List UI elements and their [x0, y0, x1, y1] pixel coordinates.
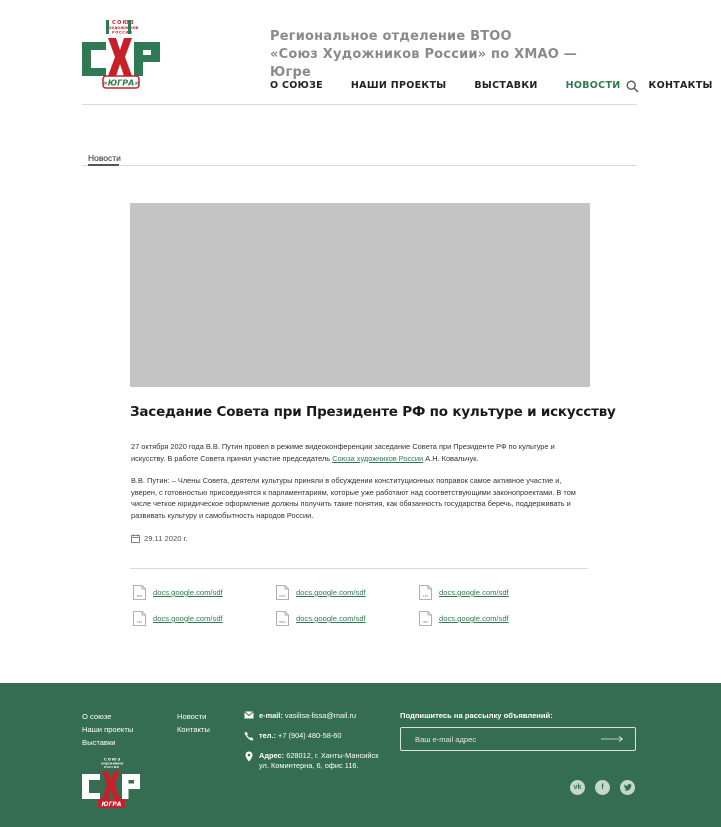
- footer-logo[interactable]: СОЮЗ ХУДОЖНИКОВ РОССИИ ЮГРА: [82, 756, 140, 809]
- phone-label: тел.:: [259, 731, 276, 740]
- search-icon[interactable]: [626, 80, 639, 93]
- nav-item-projects[interactable]: НАШИ ПРОЕКТЫ: [351, 80, 446, 91]
- footer-link-exhibitions[interactable]: Выставки: [82, 736, 133, 749]
- document-item[interactable]: ZIP docs.google.com/sdf: [419, 611, 509, 626]
- nav-item-news[interactable]: НОВОСТИ: [566, 80, 621, 91]
- footer-email: e-mail: vasilisa-lissa@mail.ru: [244, 711, 356, 721]
- svg-text:TXT: TXT: [422, 594, 429, 598]
- nav-item-exhibitions[interactable]: ВЫСТАВКИ: [474, 80, 537, 91]
- union-link[interactable]: Союза художников России: [332, 454, 423, 463]
- article-p1-tail: А.Н. Ковальчук.: [423, 453, 479, 463]
- vk-icon[interactable]: vk: [570, 780, 585, 795]
- document-item[interactable]: TXT docs.google.com/sdf: [419, 585, 509, 600]
- article-body: 27 октября 2020 года В.В. Путин провел в…: [131, 441, 586, 532]
- document-link[interactable]: docs.google.com/sdf: [153, 614, 223, 623]
- location-pin-icon: [245, 751, 253, 762]
- site-logo[interactable]: СОЮЗ ХУДОЖНИКОВ РОССИИ «ЮГРА»: [82, 18, 160, 90]
- footer-phone: тел.: +7 (904) 480-58-60: [244, 731, 342, 741]
- svg-text:ЮГРА: ЮГРА: [102, 801, 122, 808]
- phone-value[interactable]: +7 (904) 480-58-60: [278, 731, 341, 740]
- email-value[interactable]: vasilisa-lissa@mail.ru: [285, 711, 356, 720]
- footer: О союзе Наши проекты Выставки Новости Ко…: [0, 683, 721, 827]
- subscribe-form: [400, 727, 636, 751]
- article-paragraph-2: В.В. Путин: – Члены Совета, деятели куль…: [131, 476, 576, 520]
- breadcrumb[interactable]: Новости: [88, 153, 121, 163]
- nav-item-about[interactable]: О СОЮЗЕ: [270, 80, 323, 91]
- document-item[interactable]: PNG docs.google.com/sdf: [276, 611, 366, 626]
- calendar-icon: [131, 534, 140, 543]
- facebook-icon[interactable]: f: [595, 780, 610, 795]
- breadcrumb-active-underline: [88, 164, 119, 166]
- documents-divider: [130, 568, 588, 569]
- svg-text:DOC: DOC: [279, 594, 286, 598]
- txt-file-icon: TXT: [419, 585, 432, 600]
- site-title: Региональное отделение ВТОО «Союз Художн…: [270, 28, 610, 82]
- mail-icon: [244, 711, 254, 719]
- phone-icon: [244, 731, 254, 741]
- svg-text:ХУДОЖНИКОВ: ХУДОЖНИКОВ: [109, 26, 139, 30]
- doc-file-icon: DOC: [276, 585, 289, 600]
- header-divider: [82, 104, 637, 105]
- pdf-file-icon: PDF: [133, 585, 146, 600]
- twitter-icon[interactable]: [620, 780, 635, 795]
- nav-item-contacts[interactable]: КОНТАКТЫ: [649, 80, 713, 91]
- twitter-bird-glyph: [623, 784, 632, 791]
- document-link[interactable]: docs.google.com/sdf: [439, 614, 509, 623]
- article-paragraph-1: 27 октября 2020 года В.В. Путин провел в…: [131, 441, 586, 464]
- footer-link-news[interactable]: Новости: [177, 710, 210, 723]
- document-link[interactable]: docs.google.com/sdf: [153, 588, 223, 597]
- address-label: Адрес:: [259, 751, 285, 760]
- site-title-line2: «Союз Художников России» по ХМАО — Югре: [270, 47, 577, 80]
- subscribe-email-input[interactable]: [415, 734, 575, 744]
- svg-text:ZIP: ZIP: [423, 620, 428, 624]
- footer-address: Адрес: 628012, г. Ханты-Мансийск ул. Ком…: [244, 751, 384, 771]
- article-date-text: 29.11 2020 г.: [144, 534, 188, 543]
- site-title-line1: Региональное отделение ВТОО: [270, 29, 512, 44]
- document-item[interactable]: DOC docs.google.com/sdf: [276, 585, 366, 600]
- email-label: e-mail:: [259, 711, 283, 720]
- svg-text:РОССИИ: РОССИИ: [104, 765, 119, 769]
- footer-link-projects[interactable]: Наши проекты: [82, 723, 133, 736]
- document-link[interactable]: docs.google.com/sdf: [439, 588, 509, 597]
- xls-file-icon: XLS: [133, 611, 146, 626]
- document-item[interactable]: XLS docs.google.com/sdf: [133, 611, 223, 626]
- document-item[interactable]: PDF docs.google.com/sdf: [133, 585, 223, 600]
- arrow-right-icon[interactable]: [601, 736, 623, 742]
- svg-text:«ЮГРА»: «ЮГРА»: [103, 79, 140, 88]
- main-nav: О СОЮЗЕ НАШИ ПРОЕКТЫ ВЫСТАВКИ НОВОСТИ КО…: [270, 80, 721, 91]
- svg-text:СОЮЗ: СОЮЗ: [104, 757, 121, 762]
- zip-file-icon: ZIP: [419, 611, 432, 626]
- subscribe-label: Подпишитесь на рассылку объявлений:: [400, 711, 553, 720]
- article-image-placeholder: [130, 203, 590, 387]
- footer-link-contacts[interactable]: Контакты: [177, 723, 210, 736]
- png-file-icon: PNG: [276, 611, 289, 626]
- footer-nav-col-1: О союзе Наши проекты Выставки: [82, 710, 133, 749]
- article-date: 29.11 2020 г.: [131, 534, 188, 543]
- breadcrumb-divider: [82, 165, 637, 166]
- svg-text:PDF: PDF: [137, 594, 143, 598]
- document-link[interactable]: docs.google.com/sdf: [296, 588, 366, 597]
- article-title: Заседание Совета при Президенте РФ по ку…: [130, 404, 616, 420]
- svg-text:XLS: XLS: [137, 620, 143, 624]
- footer-nav-col-2: Новости Контакты: [177, 710, 210, 736]
- document-link[interactable]: docs.google.com/sdf: [296, 614, 366, 623]
- svg-text:PNG: PNG: [279, 620, 286, 624]
- footer-link-about[interactable]: О союзе: [82, 710, 133, 723]
